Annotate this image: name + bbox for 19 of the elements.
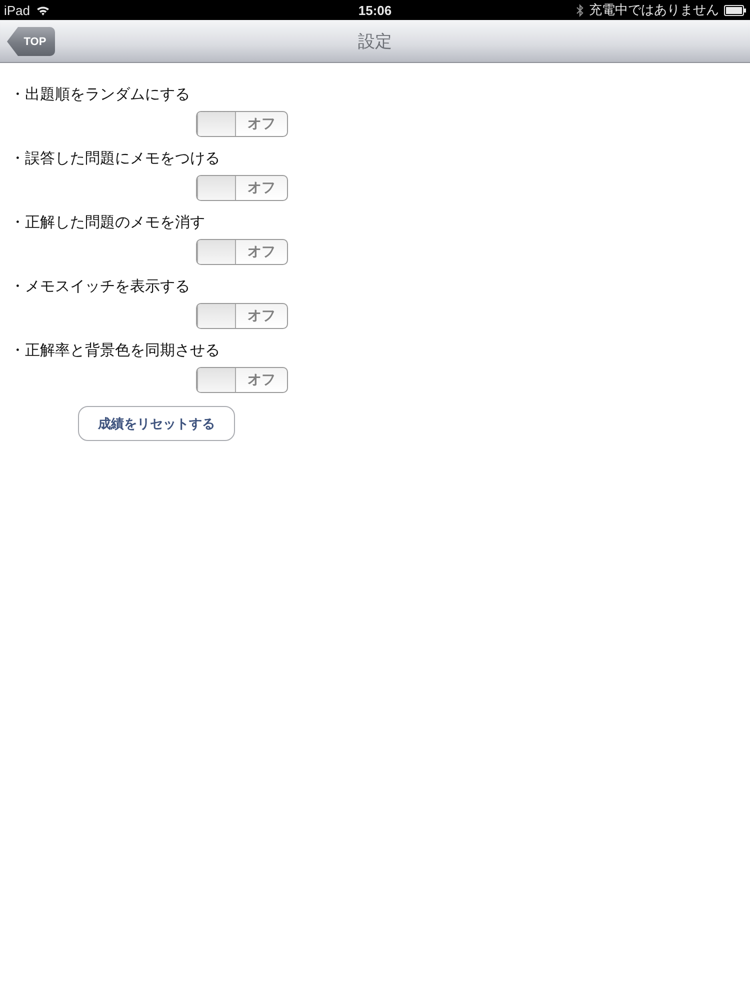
setting-label: ・誤答した問題にメモをつける: [10, 148, 220, 168]
toggle-switch[interactable]: オフ: [196, 111, 288, 137]
status-time: 15:06: [358, 2, 392, 18]
toggle-switch[interactable]: オフ: [196, 175, 288, 201]
battery-icon: [724, 4, 746, 16]
device-name: iPad: [4, 2, 30, 18]
toggle-switch[interactable]: オフ: [196, 239, 288, 265]
wifi-icon: [36, 4, 50, 16]
battery-status: 充電中ではありません: [588, 1, 719, 19]
bluetooth-icon: [576, 4, 584, 16]
setting-label: ・正解率と背景色を同期させる: [10, 340, 220, 360]
setting-label: ・メモスイッチを表示する: [10, 276, 190, 296]
setting-label: ・出題順をランダムにする: [10, 84, 190, 104]
toggle-switch[interactable]: オフ: [196, 303, 288, 329]
nav-title: 設定: [358, 30, 392, 52]
reset-scores-button[interactable]: 成績をリセットする: [78, 406, 235, 441]
setting-label: ・正解した問題のメモを消す: [10, 212, 205, 232]
toggle-switch[interactable]: オフ: [196, 367, 288, 393]
back-button[interactable]: TOP: [7, 27, 55, 56]
